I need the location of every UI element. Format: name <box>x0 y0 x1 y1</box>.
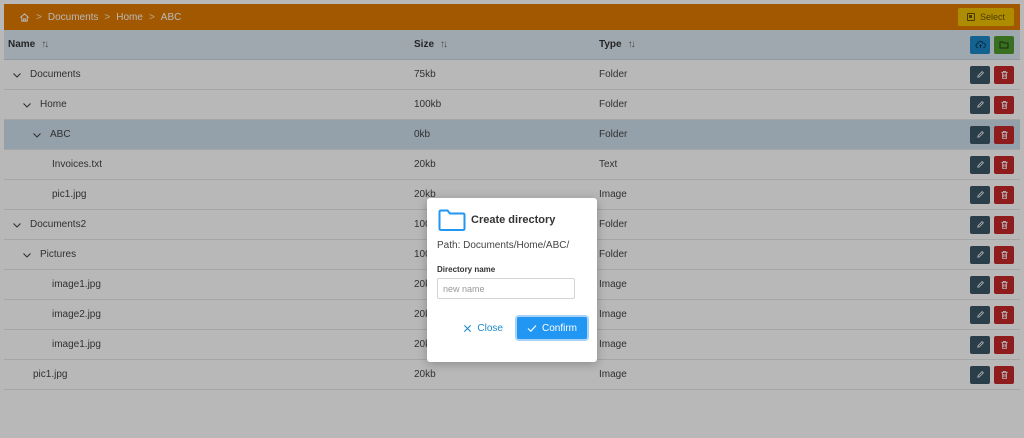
confirm-button[interactable]: Confirm <box>516 317 587 339</box>
close-button-label: Close <box>477 322 503 334</box>
check-icon <box>527 324 537 332</box>
dialog-actions: Close Confirm <box>437 317 587 339</box>
dialog-title: Create directory <box>471 214 556 226</box>
close-icon <box>464 324 472 332</box>
confirm-button-label: Confirm <box>541 322 577 334</box>
dialog-header: Create directory <box>437 208 587 232</box>
directory-name-input[interactable] <box>437 278 575 299</box>
close-button[interactable]: Close <box>457 317 509 339</box>
directory-name-label: Directory name <box>437 265 496 274</box>
create-directory-dialog: Create directory Path: Documents/Home/AB… <box>427 198 597 362</box>
folder-icon <box>438 209 466 231</box>
dialog-path: Path: Documents/Home/ABC/ <box>437 240 570 251</box>
